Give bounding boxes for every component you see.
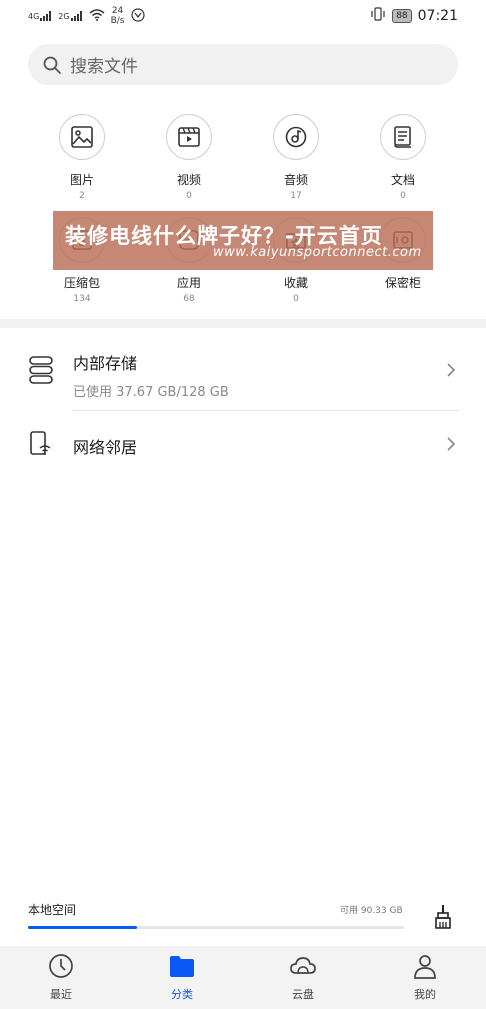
category-label: 音频	[283, 173, 308, 187]
nav-label: 我的	[414, 988, 436, 1001]
sim2-network-label: 2G	[58, 12, 70, 21]
status-bar: 4G 2G 24 B/s 88 07:21	[0, 0, 486, 34]
local-space-label: 本地空间	[28, 903, 77, 917]
category-count: 0	[186, 191, 192, 201]
category-label: 压缩包	[63, 276, 100, 290]
category-count: 0	[400, 191, 406, 201]
category-label: 应用	[176, 276, 201, 290]
wifi-icon	[89, 8, 105, 24]
person-icon	[411, 955, 439, 984]
sim1-network-label: 4G	[28, 12, 40, 21]
status-left: 4G 2G 24 B/s	[28, 6, 145, 26]
video-icon	[166, 114, 212, 160]
category-label: 文档	[390, 173, 415, 187]
section-divider	[0, 319, 486, 328]
nav-mine[interactable]: 我的	[385, 952, 465, 1002]
category-label: 视频	[176, 173, 201, 187]
storage-icon	[29, 356, 53, 388]
network-neighbor-title: 网络邻居	[73, 438, 138, 457]
category-images[interactable]: 图片 2	[34, 114, 130, 201]
search-icon	[42, 55, 62, 75]
cloud-icon	[289, 957, 317, 984]
nav-label: 最近	[50, 988, 72, 1001]
bottom-nav: 最近 分类 云盘 我的	[0, 946, 486, 1009]
category-count: 2	[79, 191, 85, 201]
search-placeholder: 搜索文件	[70, 57, 138, 77]
music-icon	[273, 114, 319, 160]
storage-title: 内部存储	[73, 354, 138, 373]
nav-label: 云盘	[292, 988, 314, 1001]
folder-icon	[168, 956, 196, 984]
storage-usage: 已使用 37.67 GB/128 GB	[73, 385, 229, 400]
banner-url: www.kaiyunsportconnect.com	[213, 245, 422, 260]
local-space-progress	[28, 926, 404, 929]
category-count: 0	[293, 294, 299, 304]
internal-storage-item[interactable]: 内部存储 已使用 37.67 GB/128 GB	[0, 348, 486, 408]
category-count: 134	[73, 294, 91, 304]
category-label: 图片	[69, 173, 94, 187]
network-speed: 24 B/s	[111, 6, 125, 26]
network-speed-value: 24	[111, 6, 124, 16]
local-space-progress-fill	[28, 926, 138, 929]
category-documents[interactable]: 文档 0	[355, 114, 451, 201]
chevron-right-icon	[446, 362, 456, 382]
network-speed-unit: B/s	[110, 16, 125, 26]
notification-app-icon	[130, 7, 145, 25]
category-label: 收藏	[283, 276, 308, 290]
nav-recent[interactable]: 最近	[21, 952, 101, 1002]
clock-icon	[47, 954, 75, 984]
sim1-signal-icon: 4G	[28, 11, 52, 21]
clock-time: 07:21	[417, 8, 458, 24]
overlay-banner: 装修电线什么牌子好？-开云首页 www.kaiyunsportconnect.c…	[53, 211, 433, 270]
local-space-available: 可用 90.33 GB	[340, 906, 403, 916]
nav-label: 分类	[171, 988, 193, 1001]
nav-category[interactable]: 分类	[142, 952, 222, 1002]
clean-broom-icon[interactable]	[433, 904, 455, 934]
search-bar[interactable]: 搜索文件	[28, 44, 458, 85]
battery-indicator: 88	[392, 9, 412, 23]
document-icon	[380, 114, 426, 160]
category-count: 68	[183, 294, 195, 304]
category-label: 保密柜	[384, 276, 421, 290]
chevron-right-icon	[446, 436, 456, 456]
category-count: 17	[290, 191, 302, 201]
vibrate-icon	[370, 7, 386, 25]
category-audio[interactable]: 音频 17	[248, 114, 344, 201]
category-videos[interactable]: 视频 0	[141, 114, 237, 201]
image-icon	[59, 114, 105, 160]
nav-cloud[interactable]: 云盘	[263, 952, 343, 1002]
network-neighbor-icon	[30, 431, 52, 461]
network-neighbor-item[interactable]: 网络邻居	[0, 428, 486, 462]
list-divider	[73, 410, 459, 411]
sim2-signal-icon: 2G	[58, 11, 82, 21]
status-right: 88 07:21	[370, 7, 458, 25]
